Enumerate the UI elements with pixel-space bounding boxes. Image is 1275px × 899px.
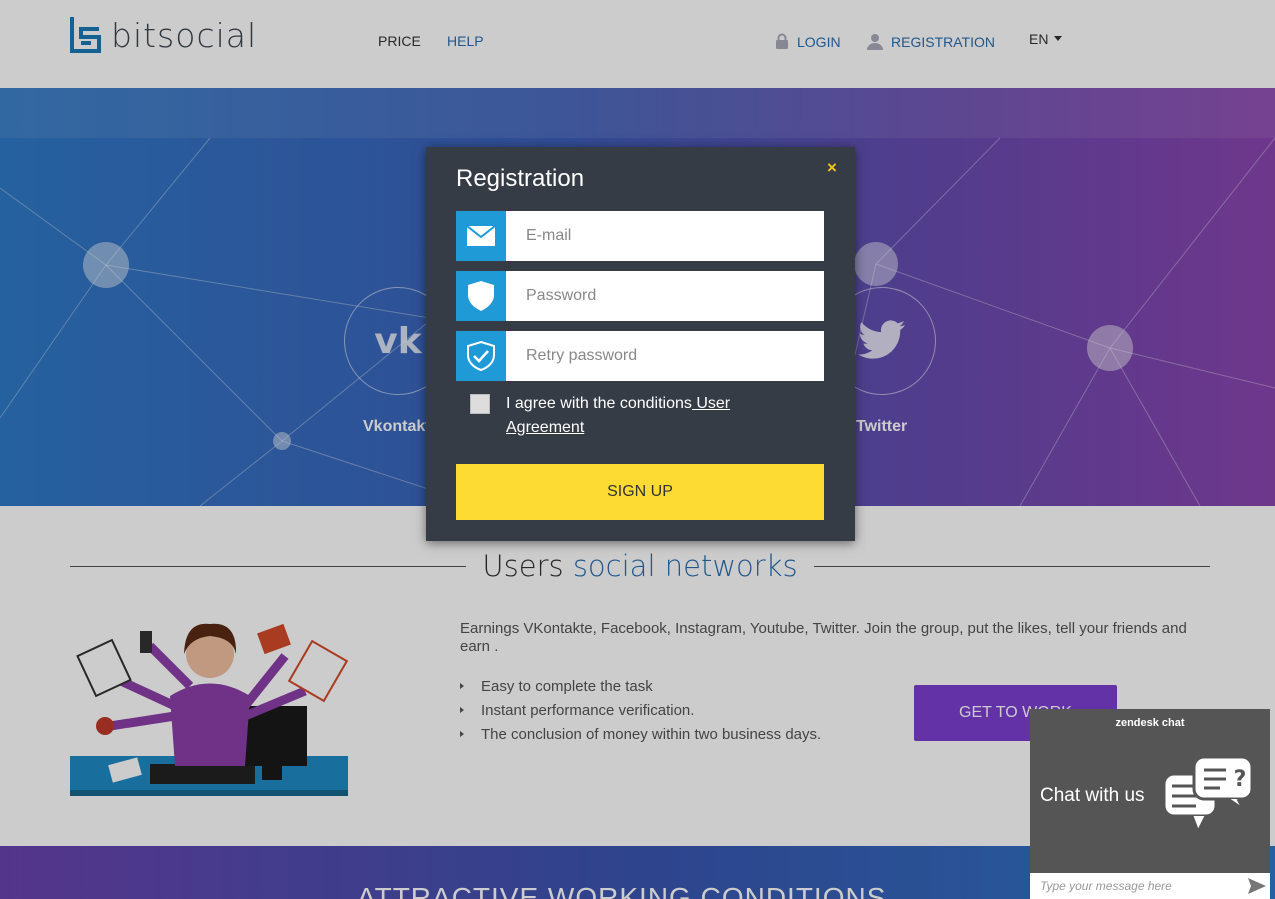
shield-check-icon — [456, 331, 506, 381]
agreement-row: I agree with the conditions User Agreeme… — [470, 392, 810, 440]
retry-password-field — [456, 331, 824, 381]
email-input[interactable] — [506, 211, 824, 261]
chat-with-us-label: Chat with us — [1040, 785, 1145, 806]
envelope-icon — [456, 211, 506, 261]
registration-modal: Registration × I agree wi — [426, 147, 855, 541]
zendesk-chat-widget[interactable]: zendesk chat Chat with us ? — [1030, 709, 1270, 899]
sign-up-button[interactable]: SIGN UP — [456, 464, 824, 520]
agree-label: I agree with the conditions — [506, 395, 692, 412]
chat-message-input[interactable] — [1030, 879, 1244, 893]
zendesk-brand: zendesk chat — [1115, 717, 1185, 729]
agree-checkbox[interactable] — [470, 394, 490, 414]
password-field — [456, 271, 824, 321]
agree-text: I agree with the conditions User Agreeme… — [506, 392, 810, 440]
shield-icon — [456, 271, 506, 321]
modal-title: Registration — [456, 165, 585, 192]
send-icon[interactable] — [1244, 873, 1270, 899]
svg-text:?: ? — [1234, 767, 1247, 792]
password-input[interactable] — [506, 271, 824, 321]
chat-bubble-icon: ? — [1162, 755, 1254, 836]
close-icon[interactable]: × — [827, 158, 837, 178]
retry-password-input[interactable] — [506, 331, 824, 381]
chat-input-bar — [1030, 873, 1270, 899]
email-field — [456, 211, 824, 261]
